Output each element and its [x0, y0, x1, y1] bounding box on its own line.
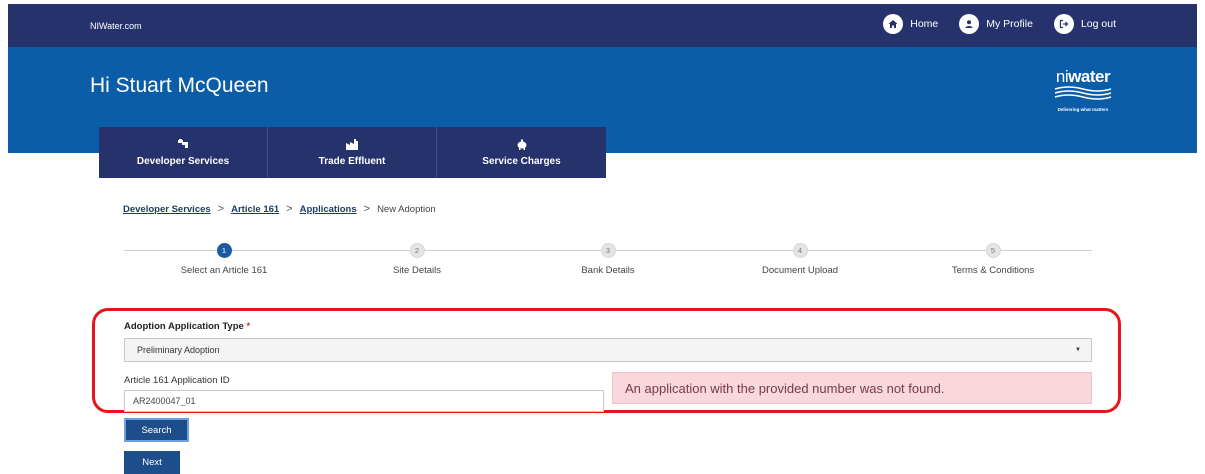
- dropdown-arrow-icon: ▼: [1075, 347, 1081, 353]
- logo-word-ni: ni: [1055, 67, 1069, 86]
- adoption-type-value: Preliminary Adoption: [137, 345, 220, 355]
- logo-tagline: Delivering what matters: [1057, 107, 1109, 112]
- nav-log-out-label: Log out: [1080, 18, 1116, 30]
- user-icon: [959, 14, 980, 34]
- breadcrumb-developer-services[interactable]: Developer Services: [123, 204, 211, 215]
- top-nav: Home My Profile Log out: [862, 14, 1116, 34]
- error-message: An application with the provided number …: [625, 380, 945, 396]
- breadcrumb-separator: >: [286, 203, 293, 215]
- step-2: 2 Site Details: [342, 243, 492, 276]
- step-5-number: 5: [985, 243, 1001, 258]
- adoption-type-label: Adoption Application Type *: [124, 321, 250, 332]
- breadcrumb-separator: >: [363, 203, 371, 215]
- step-5: 5 Terms & Conditions: [918, 243, 1068, 276]
- nav-my-profile[interactable]: My Profile: [959, 14, 1033, 34]
- tab-trade-effluent[interactable]: Trade Effluent: [268, 127, 437, 178]
- greeting-heading: Hi Stuart McQueen: [90, 74, 269, 97]
- step-4-label: Document Upload: [761, 265, 839, 276]
- adoption-type-label-text: Adoption Application Type: [124, 321, 244, 332]
- next-button[interactable]: Next: [124, 451, 180, 474]
- nav-home-label: Home: [910, 18, 939, 30]
- step-2-number: 2: [409, 243, 425, 258]
- application-id-input[interactable]: [124, 390, 604, 412]
- required-marker: *: [246, 321, 251, 332]
- step-1-label: Select an Article 161: [180, 265, 268, 276]
- tab-developer-services-label: Developer Services: [136, 155, 230, 167]
- error-alert: An application with the provided number …: [612, 372, 1092, 404]
- breadcrumb-current: New Adoption: [377, 203, 436, 215]
- logo-word-water: water: [1068, 67, 1111, 86]
- service-tabs: Developer Services Trade Effluent Servic…: [99, 127, 606, 178]
- progress-stepper: 1 Select an Article 161 2 Site Details 3…: [124, 243, 1092, 283]
- wave-icon: [1054, 86, 1112, 100]
- application-id-label: Article 161 Application ID: [124, 375, 230, 386]
- logout-icon: [1053, 14, 1074, 34]
- adoption-type-select[interactable]: Preliminary Adoption ▼: [124, 338, 1092, 362]
- step-2-label: Site Details: [392, 265, 442, 276]
- breadcrumb-applications[interactable]: Applications: [300, 204, 357, 215]
- breadcrumb-article-161[interactable]: Article 161: [231, 204, 279, 215]
- step-1: 1 Select an Article 161: [149, 243, 299, 276]
- tab-trade-effluent-label: Trade Effluent: [318, 155, 386, 167]
- search-button[interactable]: Search: [124, 418, 189, 442]
- nav-log-out[interactable]: Log out: [1053, 14, 1116, 34]
- nav-my-profile-label: My Profile: [986, 18, 1033, 30]
- step-3-number: 3: [600, 243, 616, 258]
- niwater-logo[interactable]: niwater Delivering what matters: [1049, 68, 1117, 112]
- breadcrumb-separator: >: [217, 203, 225, 215]
- tab-service-charges-label: Service Charges: [482, 155, 561, 167]
- step-5-label: Terms & Conditions: [951, 265, 1035, 276]
- tab-developer-services[interactable]: Developer Services: [99, 127, 268, 178]
- tap-icon: [177, 138, 189, 150]
- step-3-label: Bank Details: [581, 265, 635, 276]
- factory-icon: [346, 138, 358, 150]
- nav-home[interactable]: Home: [883, 14, 938, 34]
- step-4: 4 Document Upload: [725, 243, 875, 276]
- site-link[interactable]: NIWater.com: [90, 21, 142, 31]
- breadcrumb: Developer Services > Article 161 > Appli…: [123, 203, 436, 215]
- top-bar: NIWater.com Home My Profile Log out: [8, 4, 1197, 47]
- home-icon: [883, 14, 904, 34]
- step-1-number: 1: [216, 243, 232, 258]
- step-4-number: 4: [792, 243, 808, 258]
- tab-service-charges[interactable]: Service Charges: [437, 127, 606, 178]
- piggy-bank-icon: [516, 139, 528, 150]
- step-3: 3 Bank Details: [533, 243, 683, 276]
